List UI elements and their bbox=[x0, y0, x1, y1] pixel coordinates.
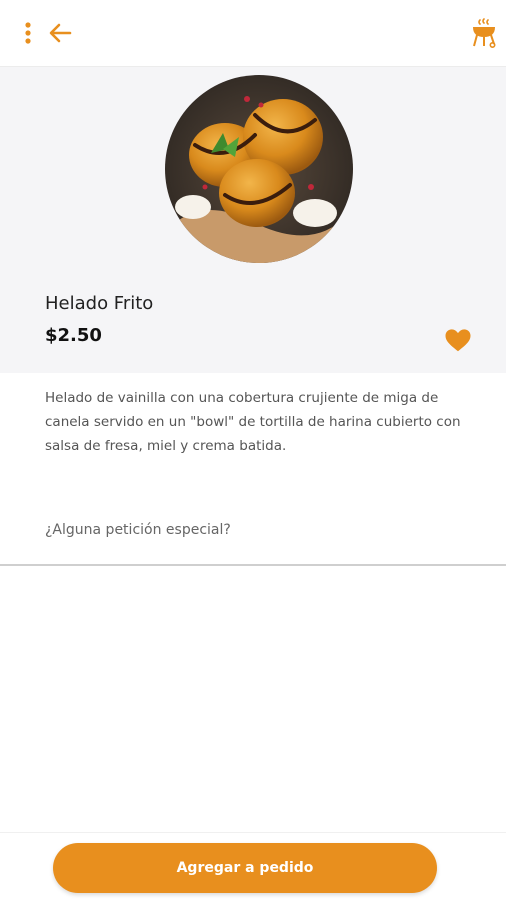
heart-icon[interactable] bbox=[443, 325, 473, 355]
arrow-left-icon[interactable] bbox=[42, 15, 78, 51]
product-description: Helado de vainilla con una cobertura cru… bbox=[45, 390, 461, 454]
product-price: $2.50 bbox=[45, 325, 102, 346]
grill-icon[interactable] bbox=[466, 15, 502, 51]
special-request-input[interactable] bbox=[45, 522, 465, 538]
add-to-order-button[interactable]: Agregar a pedido bbox=[53, 843, 437, 893]
product-name: Helado Frito bbox=[45, 293, 154, 314]
bottom-bar: Agregar a pedido bbox=[0, 832, 506, 901]
input-underline bbox=[0, 564, 506, 566]
more-vertical-icon[interactable] bbox=[10, 15, 46, 51]
top-app-bar bbox=[0, 0, 506, 67]
product-hero: Helado Frito $2.50 bbox=[0, 67, 506, 373]
product-image bbox=[165, 75, 353, 263]
